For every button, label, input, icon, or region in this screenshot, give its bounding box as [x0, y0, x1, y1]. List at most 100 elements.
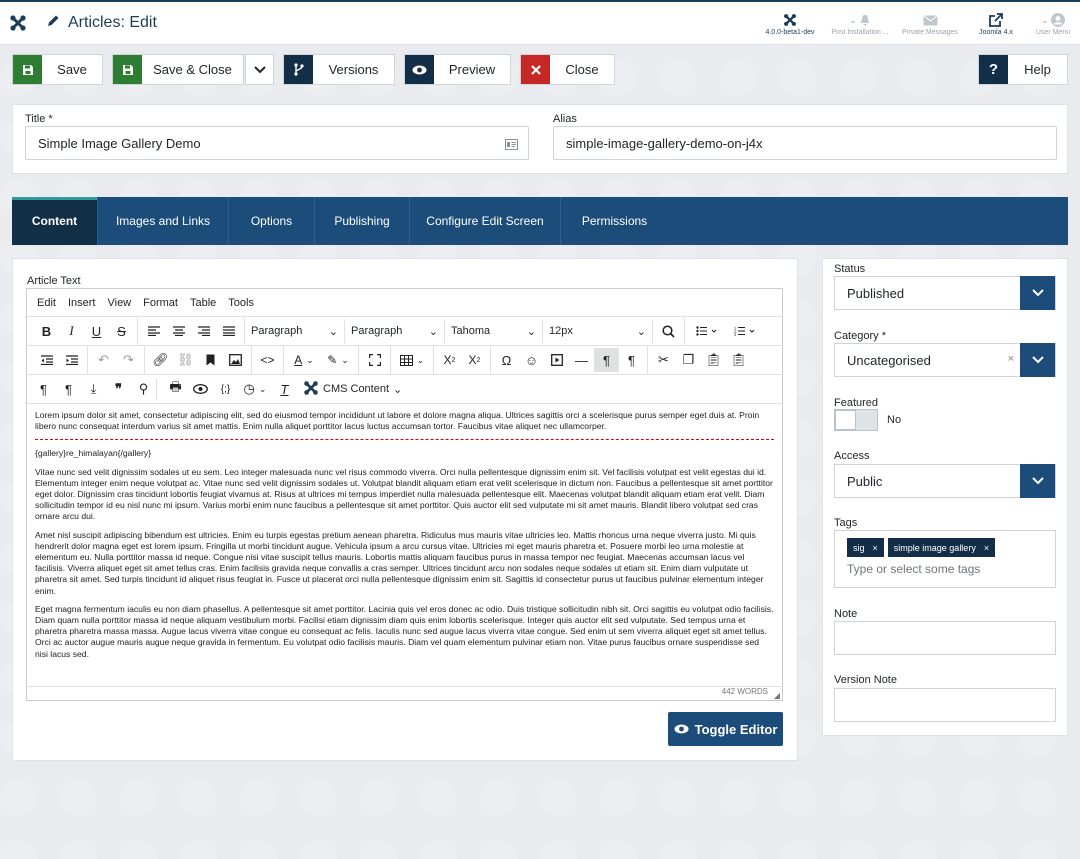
visual-blocks-icon[interactable]: ¶ — [56, 377, 81, 401]
stamp-icon[interactable]: ⚲ — [131, 377, 156, 401]
right-to-left-icon[interactable]: ¶ — [619, 348, 644, 372]
bullet-list-icon[interactable] — [688, 319, 726, 343]
emoticons-icon[interactable]: ☺ — [519, 348, 544, 372]
indent-icon[interactable] — [59, 348, 84, 372]
text-color-icon[interactable]: A ⌄ — [287, 348, 321, 372]
print-icon[interactable]: 🖶︎ — [163, 377, 188, 401]
editor-menubar: Edit Insert View Format Table Tools — [27, 289, 782, 317]
status-select[interactable]: Published — [834, 276, 1056, 310]
note-input[interactable] — [834, 621, 1056, 655]
tags-input[interactable]: sig × simple image gallery × Type or selec… — [834, 530, 1056, 588]
menu-table[interactable]: Table — [184, 297, 222, 309]
access-select[interactable]: Public — [834, 464, 1056, 498]
numbered-list-icon[interactable]: 123 — [726, 319, 764, 343]
insert-file-icon[interactable]: ⤓ — [81, 377, 106, 401]
highlight-color-icon[interactable]: ✎ ⌄ — [321, 348, 355, 372]
tab-images-and-links[interactable]: Images and Links — [98, 197, 229, 245]
preview-button[interactable]: Preview — [404, 54, 511, 85]
version-note-label: Version Note — [834, 674, 897, 686]
tab-options[interactable]: Options — [229, 197, 315, 245]
horizontal-rule-icon[interactable]: — — [569, 348, 594, 372]
bold-icon[interactable]: B — [34, 319, 59, 343]
private-messages-item[interactable]: Private Messages — [894, 2, 966, 45]
image-icon[interactable] — [223, 348, 248, 372]
menu-format[interactable]: Format — [137, 297, 184, 309]
tags-placeholder[interactable]: Type or select some tags — [847, 562, 1055, 576]
outdent-icon[interactable] — [34, 348, 59, 372]
version-item[interactable]: 4.0.0-beta1-dev — [754, 2, 826, 45]
superscript-icon[interactable]: X2 — [462, 348, 487, 372]
table-icon[interactable]: ⌄ — [394, 348, 430, 372]
joomla-icon — [303, 380, 319, 399]
align-center-icon[interactable] — [166, 319, 191, 343]
external-link-icon — [989, 11, 1003, 29]
editor-content-area[interactable]: Lorem ipsum dolor sit amet, consectetur … — [27, 404, 782, 683]
help-label: Help — [1024, 62, 1051, 77]
special-character-icon[interactable]: Ω — [494, 348, 519, 372]
versions-button[interactable]: Versions — [283, 54, 395, 85]
blockquote-icon[interactable]: ❞ — [106, 377, 131, 401]
media-icon[interactable] — [544, 348, 569, 372]
clock-icon[interactable]: ◷ ⌄ — [238, 377, 272, 401]
category-select[interactable]: Uncategorised × — [834, 343, 1056, 377]
menu-view[interactable]: View — [101, 297, 137, 309]
bookmark-icon[interactable] — [198, 348, 223, 372]
cut-icon[interactable]: ✂ — [651, 348, 676, 372]
post-installation-item[interactable]: ⌄ Post Installation ... — [826, 2, 894, 45]
page-break — [35, 439, 774, 441]
redo-icon[interactable]: ↷ — [116, 348, 141, 372]
format-select[interactable]: Paragraph ⌄ — [345, 319, 445, 343]
template-icon[interactable]: {;} — [213, 377, 238, 401]
toggle-editor-button[interactable]: Toggle Editor — [668, 712, 783, 746]
bell-icon: ⌄ — [849, 11, 871, 29]
menu-edit[interactable]: Edit — [31, 297, 62, 309]
user-menu-item[interactable]: ⌄ User Menu — [1026, 2, 1080, 45]
fullscreen-icon[interactable] — [362, 348, 387, 372]
clear-category-button[interactable]: × — [1008, 353, 1014, 365]
cms-content-dropdown[interactable]: CMS Content ⌄ — [297, 377, 408, 401]
tag-remove-button[interactable]: × — [873, 543, 878, 553]
copy-icon[interactable]: ❐ — [676, 348, 701, 372]
align-justify-icon[interactable] — [216, 319, 241, 343]
underline-icon[interactable]: U — [84, 319, 109, 343]
save-button[interactable]: Save — [12, 54, 103, 85]
code-icon[interactable]: <> — [255, 348, 280, 372]
font-family-select[interactable]: Tahoma ⌄ — [445, 319, 543, 343]
toggle-editor-label: Toggle Editor — [694, 721, 778, 737]
align-right-icon[interactable] — [191, 319, 216, 343]
left-to-right-icon[interactable]: ¶ — [594, 348, 619, 372]
block-format-select[interactable]: Paragraph ⌄ — [245, 319, 345, 343]
tag-remove-button[interactable]: × — [984, 543, 989, 553]
font-size-select[interactable]: 12px ⌄ — [543, 319, 653, 343]
tab-configure-edit-screen[interactable]: Configure Edit Screen — [410, 197, 561, 245]
tab-content[interactable]: Content — [12, 197, 98, 245]
featured-switch[interactable] — [834, 409, 878, 431]
resize-handle-icon[interactable]: ◢ — [774, 691, 780, 700]
tab-permissions[interactable]: Permissions — [561, 197, 668, 245]
alias-input[interactable]: simple-image-gallery-demo-on-j4x — [553, 126, 1057, 160]
undo-icon[interactable]: ↶ — [91, 348, 116, 372]
tab-publishing[interactable]: Publishing — [315, 197, 410, 245]
save-dropdown-button[interactable] — [245, 54, 274, 85]
menu-tools[interactable]: Tools — [222, 297, 260, 309]
italic-icon[interactable]: I — [59, 319, 84, 343]
unlink-icon[interactable]: ⛓︎ — [173, 348, 198, 372]
paste-icon[interactable]: 📋︎ — [701, 348, 726, 372]
title-input[interactable]: Simple Image Gallery Demo — [25, 126, 529, 160]
strikethrough-icon[interactable]: S — [109, 319, 134, 343]
link-icon[interactable]: 🔗︎ — [148, 348, 173, 372]
site-link-item[interactable]: Joomla 4.x — [966, 2, 1026, 45]
close-button[interactable]: Close — [520, 54, 615, 85]
paste-as-text-icon[interactable]: 📋︎ — [726, 348, 751, 372]
help-button[interactable]: ? Help — [978, 54, 1068, 85]
visual-chars-icon[interactable]: ¶ — [31, 377, 56, 401]
save-close-button[interactable]: Save & Close — [112, 54, 244, 85]
joomla-logo-icon[interactable] — [0, 2, 36, 45]
preview-icon[interactable] — [188, 377, 213, 401]
menu-insert[interactable]: Insert — [62, 297, 102, 309]
version-note-input[interactable] — [834, 688, 1056, 722]
subscript-icon[interactable]: X2 — [437, 348, 462, 372]
align-left-icon[interactable] — [141, 319, 166, 343]
clear-formatting-icon[interactable]: T — [272, 377, 297, 401]
search-icon[interactable] — [656, 319, 681, 343]
